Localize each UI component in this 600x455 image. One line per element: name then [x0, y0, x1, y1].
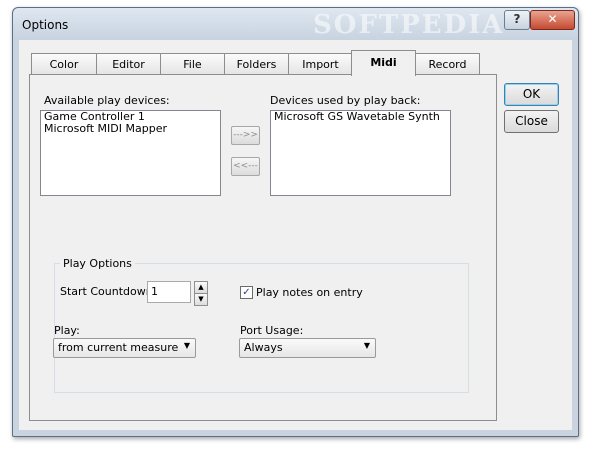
used-devices-label: Devices used by play back:: [270, 94, 421, 107]
start-countdown-label: Start Countdown:: [60, 285, 157, 298]
chevron-down-icon: ▼: [363, 341, 370, 350]
used-devices-list[interactable]: Microsoft GS Wavetable Synth: [270, 110, 451, 196]
close-button[interactable]: Close: [504, 110, 559, 133]
add-device-button[interactable]: --->>: [231, 126, 260, 145]
ok-button[interactable]: OK: [504, 83, 559, 106]
start-countdown-value: 1: [151, 285, 158, 298]
tab-import[interactable]: Import: [288, 53, 353, 75]
port-usage-value: Always: [244, 341, 283, 354]
port-usage-select[interactable]: Always ▼: [239, 338, 376, 358]
help-button[interactable]: ?: [504, 10, 530, 30]
tab-midi[interactable]: Midi: [351, 50, 416, 76]
tab-file[interactable]: File: [160, 53, 225, 75]
watermark: SOFTPEDIA: [313, 10, 505, 40]
title-bar[interactable]: Options SOFTPEDIA ? ✕: [13, 8, 578, 40]
spin-down-icon[interactable]: ▼: [194, 293, 208, 306]
available-devices-list[interactable]: Game Controller 1 Microsoft MIDI Mapper: [40, 110, 221, 196]
midi-tab-panel: Available play devices: Game Controller …: [29, 74, 497, 421]
play-select-value: from current measure: [58, 341, 179, 354]
list-item[interactable]: Microsoft MIDI Mapper: [41, 123, 220, 135]
tab-color[interactable]: Color: [31, 53, 97, 75]
remove-device-button[interactable]: <<---: [231, 157, 260, 176]
port-usage-label: Port Usage:: [240, 324, 304, 337]
play-notes-label: Play notes on entry: [256, 286, 363, 299]
options-window: Options SOFTPEDIA ? ✕ Color Editor File …: [12, 7, 579, 437]
tab-editor[interactable]: Editor: [96, 53, 161, 75]
list-item[interactable]: Microsoft GS Wavetable Synth: [271, 111, 450, 123]
tab-folders[interactable]: Folders: [224, 53, 289, 75]
close-window-button[interactable]: ✕: [530, 10, 575, 30]
tab-record[interactable]: Record: [415, 53, 480, 75]
start-countdown-input[interactable]: 1: [147, 281, 191, 303]
available-devices-label: Available play devices:: [44, 94, 170, 107]
play-select[interactable]: from current measure ▼: [53, 338, 196, 358]
play-notes-checkbox[interactable]: ✓: [240, 286, 253, 299]
play-options-title: Play Options: [60, 257, 135, 270]
window-title: Options: [22, 18, 69, 32]
play-label: Play:: [54, 324, 80, 337]
chevron-down-icon: ▼: [183, 341, 190, 350]
dialog-client-area: Color Editor File Folders Import Midi Re…: [19, 40, 572, 430]
